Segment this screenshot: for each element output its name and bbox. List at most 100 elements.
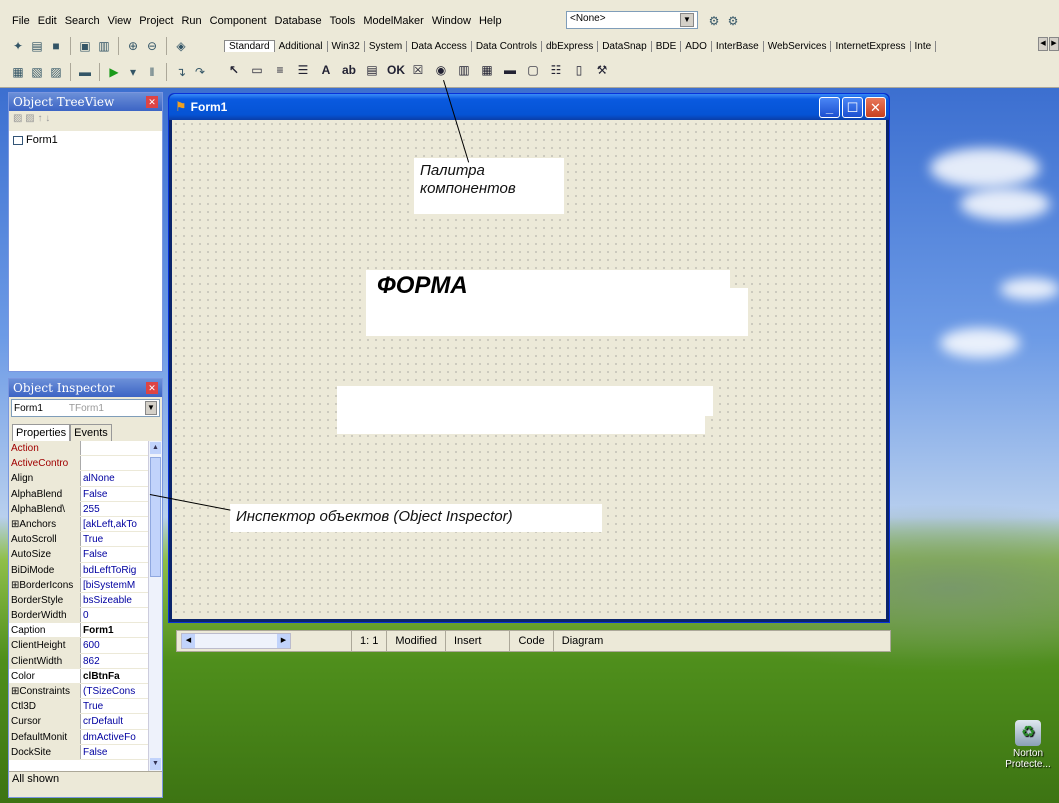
property-value[interactable] [81, 456, 141, 470]
palette-tab[interactable]: System [365, 40, 408, 52]
menu-item[interactable]: Tools [326, 15, 360, 27]
property-row[interactable]: Action [9, 441, 162, 457]
open-project-icon[interactable]: ▥ [96, 38, 112, 54]
radiogroup-icon[interactable]: ☷ [548, 62, 564, 78]
property-value[interactable]: clBtnFa [81, 669, 141, 683]
palette-tab[interactable]: Win32 [328, 40, 365, 52]
chevron-left-icon[interactable]: ◀ [1038, 37, 1048, 51]
memo-icon[interactable]: ▤ [364, 62, 380, 78]
delete-icon[interactable]: ▨ [13, 113, 22, 124]
menu-item[interactable]: Component [206, 15, 271, 27]
checkbox-icon[interactable]: ☒ [410, 62, 426, 78]
palette-tab[interactable]: Inte [911, 40, 937, 52]
trace-into-icon[interactable]: ↴ [173, 64, 189, 80]
scrollbar-thumb[interactable] [150, 457, 161, 577]
property-row[interactable]: AutoSize False [9, 547, 162, 563]
palette-tab[interactable]: InterBase [712, 40, 764, 52]
palette-tab[interactable]: BDE [652, 40, 682, 52]
pointer-icon[interactable]: ↖ [226, 62, 242, 78]
property-value[interactable]: (TSizeCons [81, 684, 141, 698]
palette-tab[interactable]: Data Access [407, 40, 472, 52]
property-row[interactable]: ActiveContro [9, 456, 162, 472]
view-unit-icon[interactable]: ▦ [10, 64, 26, 80]
frame-icon[interactable]: ▭ [249, 62, 265, 78]
palette-tab[interactable]: ADO [681, 40, 712, 52]
property-value[interactable]: bdLeftToRig [81, 563, 141, 577]
menu-item[interactable]: Run [177, 15, 205, 27]
menu-item[interactable]: Database [271, 15, 326, 27]
property-row[interactable]: BorderWidth 0 [9, 608, 162, 624]
popup-menu-icon[interactable]: ☰ [295, 62, 311, 78]
desktop-layout-combo[interactable]: <None> ▼ [566, 11, 698, 29]
property-row[interactable]: AutoScroll True [9, 532, 162, 548]
move-down-icon[interactable]: ↓ [45, 113, 50, 124]
property-row[interactable]: Ctl3D True [9, 699, 162, 715]
menu-item[interactable]: ModelMaker [359, 15, 428, 27]
chevron-down-icon[interactable]: ▼ [145, 401, 157, 415]
actionlist-icon[interactable]: ⚒ [594, 62, 610, 78]
form1-window[interactable]: ⚑ Form1 _ ☐ ✕ Палитра компонентов ФОРМА … [168, 93, 890, 623]
property-value[interactable]: [biSystemM [81, 578, 141, 592]
property-value[interactable]: 255 [81, 502, 141, 516]
chevron-right-icon[interactable]: ▶ [277, 634, 290, 648]
desktop-icon-norton[interactable]: ♻ Norton Protecte... [1000, 720, 1056, 770]
property-value[interactable]: [akLeft,akTo [81, 517, 141, 531]
form-design-surface[interactable]: Палитра компонентов ФОРМА Инспектор объе… [172, 120, 886, 619]
chevron-right-icon[interactable]: ▶ [1049, 37, 1059, 51]
chevron-down-icon[interactable]: ▼ [680, 13, 694, 27]
property-row[interactable]: Caption Form1 [9, 623, 162, 639]
toggle-form-unit-icon[interactable]: ▨ [48, 64, 64, 80]
property-scrollbar[interactable]: ▲ ▼ [148, 441, 162, 771]
chevron-left-icon[interactable]: ◀ [182, 634, 195, 648]
property-value[interactable]: crDefault [81, 714, 141, 728]
palette-tab[interactable]: Standard [224, 40, 275, 52]
save-all-icon[interactable]: ▣ [77, 38, 93, 54]
tab-code[interactable]: Code [509, 631, 552, 651]
groupbox-icon[interactable]: ▢ [525, 62, 541, 78]
save-icon[interactable]: ■ [48, 38, 64, 54]
property-value[interactable]: False [81, 547, 141, 561]
save-desktop-icon[interactable]: ⚙ [706, 13, 722, 29]
property-value[interactable] [81, 441, 141, 455]
chevron-up-icon[interactable]: ▲ [150, 442, 161, 454]
new-icon[interactable]: ✦ [10, 38, 26, 54]
property-row[interactable]: DockSite False [9, 744, 162, 760]
property-value[interactable]: True [81, 699, 141, 713]
property-value[interactable]: False [81, 487, 141, 501]
combobox-icon[interactable]: ▦ [479, 62, 495, 78]
close-icon[interactable]: ✕ [865, 96, 886, 118]
tab-events[interactable]: Events [70, 424, 112, 441]
property-row[interactable]: ClientHeight 600 [9, 638, 162, 654]
pause-icon[interactable]: ‖ [144, 64, 160, 80]
form1-titlebar[interactable]: ⚑ Form1 _ ☐ ✕ [169, 94, 889, 120]
move-up-icon[interactable]: ↑ [37, 113, 42, 124]
property-row[interactable]: BorderStyle bsSizeable [9, 592, 162, 609]
add-icon[interactable]: ▨ [25, 113, 34, 124]
palette-tab[interactable]: dbExpress [542, 40, 599, 52]
property-row[interactable]: BiDiMode bdLeftToRig [9, 562, 162, 578]
property-row[interactable]: Align alNone [9, 471, 162, 487]
menu-item[interactable]: Search [61, 15, 104, 27]
open-icon[interactable]: ▤ [29, 38, 45, 54]
palette-tab[interactable]: Data Controls [472, 40, 542, 52]
property-row[interactable]: Cursor crDefault [9, 714, 162, 730]
close-icon[interactable]: ✕ [146, 382, 158, 394]
property-value[interactable]: False [81, 745, 141, 759]
run-icon[interactable]: ▶ [106, 64, 122, 80]
main-menu-icon[interactable]: ≡ [272, 62, 288, 78]
tree-item-form1[interactable]: Form1 [9, 131, 162, 149]
property-row[interactable]: ⊞Anchors [akLeft,akTo [9, 516, 162, 533]
remove-file-icon[interactable]: ⊖ [144, 38, 160, 54]
listbox-icon[interactable]: ▥ [456, 62, 472, 78]
debug-desktop-icon[interactable]: ⚙ [725, 13, 741, 29]
property-value[interactable]: dmActiveFo [81, 730, 141, 744]
property-row[interactable]: DefaultMonit dmActiveFo [9, 729, 162, 745]
property-value[interactable]: 0 [81, 608, 141, 622]
help-icon[interactable]: ◈ [173, 38, 189, 54]
property-row[interactable]: ⊞BorderIcons [biSystemM [9, 577, 162, 593]
property-value[interactable]: True [81, 532, 141, 546]
palette-tab[interactable]: Additional [275, 40, 328, 52]
menu-item[interactable]: Edit [34, 15, 61, 27]
scrollbar-icon[interactable]: ▬ [502, 62, 518, 78]
palette-tab[interactable]: WebServices [764, 40, 832, 52]
